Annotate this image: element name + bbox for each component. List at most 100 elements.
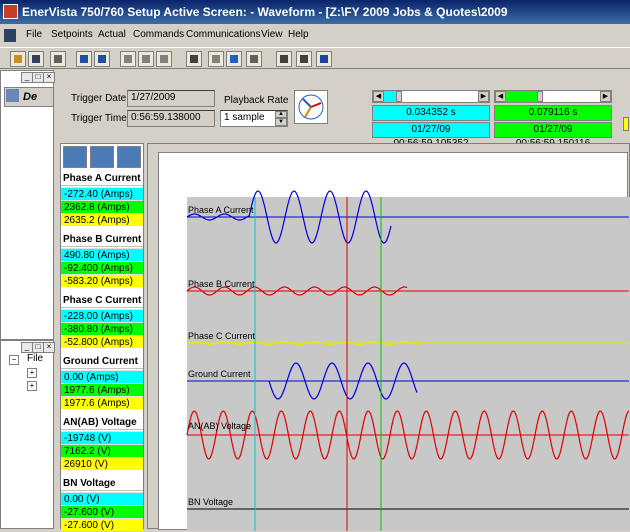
channel-value: 26910 (V) (61, 457, 143, 470)
device-tab-label: De (23, 91, 38, 103)
toolbar (0, 47, 630, 69)
menu-file[interactable]: File (26, 29, 42, 40)
waveform-plot[interactable]: Phase A Current Phase B Current Phase C Cu… (158, 152, 630, 531)
trigger-time-field: 0:56:59.138000 (127, 110, 215, 127)
cursor1-right-arrow-icon[interactable]: ▶ (478, 91, 489, 102)
menu-actual[interactable]: Actual (98, 29, 126, 40)
upload-icon[interactable] (120, 51, 136, 67)
antenna-icon[interactable] (276, 51, 292, 67)
tree-root-label: File (27, 353, 44, 364)
pattern-icon[interactable] (296, 51, 312, 67)
cursor1-left-arrow-icon[interactable]: ◀ (373, 91, 384, 102)
cursor1-scrollbar[interactable]: ◀ ▶ (372, 90, 490, 103)
cursor2-timestamp: 01/27/09 00:56:59.150116 (494, 122, 612, 149)
channel-value: -52.800 (Amps) (61, 335, 143, 348)
spin-down-icon[interactable]: ▼ (275, 118, 287, 126)
channel-value: -272.40 (Amps) (61, 187, 143, 200)
channel-value: -27.600 (V) (61, 518, 143, 531)
close-tree-icon[interactable]: × (43, 342, 55, 353)
cursor3-indicator (623, 117, 629, 131)
channel-value: 1977.6 (Amps) (61, 396, 143, 409)
compare-icon[interactable] (156, 51, 172, 67)
window-title: EnerVista 750/760 Setup Active Screen: -… (22, 5, 508, 19)
cursor3-select-icon[interactable] (117, 146, 141, 168)
write-device-icon[interactable] (94, 51, 110, 67)
channel-title: BN Voltage (61, 477, 143, 491)
menu-communications[interactable]: Communications (186, 29, 260, 40)
channel-value: 0.00 (Amps) (61, 370, 143, 383)
cursor2-right-arrow-icon[interactable]: ▶ (600, 91, 611, 102)
playback-rate-label: Playback Rate (224, 95, 289, 106)
phasor-button[interactable] (294, 90, 328, 124)
cursor2-delta-value: 0.079116 s (528, 107, 578, 118)
trace-label: Ground Current (188, 369, 251, 379)
cursor1-timestamp: 01/27/09 00:56:59.105352 (372, 122, 490, 149)
zoom-icon[interactable] (208, 51, 224, 67)
document-icon[interactable] (4, 29, 16, 42)
device-icon (6, 89, 19, 102)
trace-label: AN(AB) Voltage (188, 421, 252, 431)
cursor1-fill (384, 91, 396, 102)
app-icon (3, 4, 18, 19)
trace-label: Phase B Current (188, 279, 255, 289)
menu-bar: File Setpoints Actual Commands Communica… (0, 26, 630, 46)
play-icon[interactable] (226, 51, 242, 67)
left-panel-bottom: _ □ × − File + + (0, 340, 55, 529)
channel-value: -27.600 (V) (61, 505, 143, 518)
print-icon[interactable] (50, 51, 66, 67)
menu-help[interactable]: Help (288, 29, 309, 40)
cursor2-scrollbar[interactable]: ◀ ▶ (494, 90, 612, 103)
spin-up-icon[interactable]: ▲ (275, 111, 287, 118)
cursor2-fill (506, 91, 537, 102)
trace-label: Phase A Current (188, 205, 254, 215)
left-panel-top: _ □ × De (0, 70, 55, 340)
channel-value: 2362.8 (Amps) (61, 200, 143, 213)
trace-label: Phase C Current (188, 331, 256, 341)
cursor2-select-icon[interactable] (90, 146, 114, 168)
trigger-time-label: Trigger Time (71, 113, 127, 124)
channel-legend: Phase A Current -272.40 (Amps) 2362.8 (Amp… (60, 143, 144, 531)
channel-title: Phase A Current (61, 172, 143, 186)
cursor1-delta-value: 0.034352 s (406, 107, 456, 118)
tree-collapse-icon[interactable]: − (9, 355, 19, 365)
triangle-icon[interactable] (316, 51, 332, 67)
trigger-date-label: Trigger Date (71, 93, 127, 104)
tree-expand-icon[interactable]: + (27, 368, 37, 378)
cursor1-select-icon[interactable] (63, 146, 87, 168)
menu-commands[interactable]: Commands (133, 29, 184, 40)
cursor2-delta: 0.079116 s (494, 105, 612, 121)
save-icon[interactable] (28, 51, 44, 67)
channel-value: 1977.6 (Amps) (61, 383, 143, 396)
download-icon[interactable] (138, 51, 154, 67)
window-title-bar: EnerVista 750/760 Setup Active Screen: -… (0, 0, 630, 24)
phasor-icon (298, 94, 324, 120)
cursor2-thumb[interactable] (536, 91, 543, 102)
read-device-icon[interactable] (76, 51, 92, 67)
channel-value: -19748 (V) (61, 431, 143, 444)
open-icon[interactable] (10, 51, 26, 67)
cursor1-thumb[interactable] (395, 91, 402, 102)
channel-value: 2635.2 (Amps) (61, 213, 143, 226)
channel-value: -228.00 (Amps) (61, 309, 143, 322)
channel-value: 7162.2 (V) (61, 444, 143, 457)
channel-value: 0.00 (V) (61, 492, 143, 505)
channel-value: -583.20 (Amps) (61, 274, 143, 287)
playback-rate-value: 1 sample (224, 112, 265, 123)
trace-label: BN Voltage (188, 497, 234, 507)
stop-icon[interactable] (246, 51, 262, 67)
menu-setpoints[interactable]: Setpoints (51, 29, 93, 40)
cursor1-delta: 0.034352 s (372, 105, 490, 121)
trigger-date-value: 1/27/2009 (131, 92, 176, 103)
trigger-time-value: 0:56:59.138000 (131, 112, 201, 123)
channel-title: Phase C Current (61, 294, 143, 308)
plot-container: Phase A Current Phase B Current Phase C Cu… (147, 143, 630, 531)
close-panel-icon[interactable]: × (43, 72, 55, 83)
channel-title: AN(AB) Voltage (61, 416, 143, 430)
settings-icon[interactable] (186, 51, 202, 67)
cursor2-left-arrow-icon[interactable]: ◀ (495, 91, 506, 102)
menu-view[interactable]: View (261, 29, 283, 40)
channel-value: -380.80 (Amps) (61, 322, 143, 335)
channel-title: Ground Current (61, 355, 143, 369)
channel-value: -92.400 (Amps) (61, 261, 143, 274)
tree-expand-icon[interactable]: + (27, 381, 37, 391)
